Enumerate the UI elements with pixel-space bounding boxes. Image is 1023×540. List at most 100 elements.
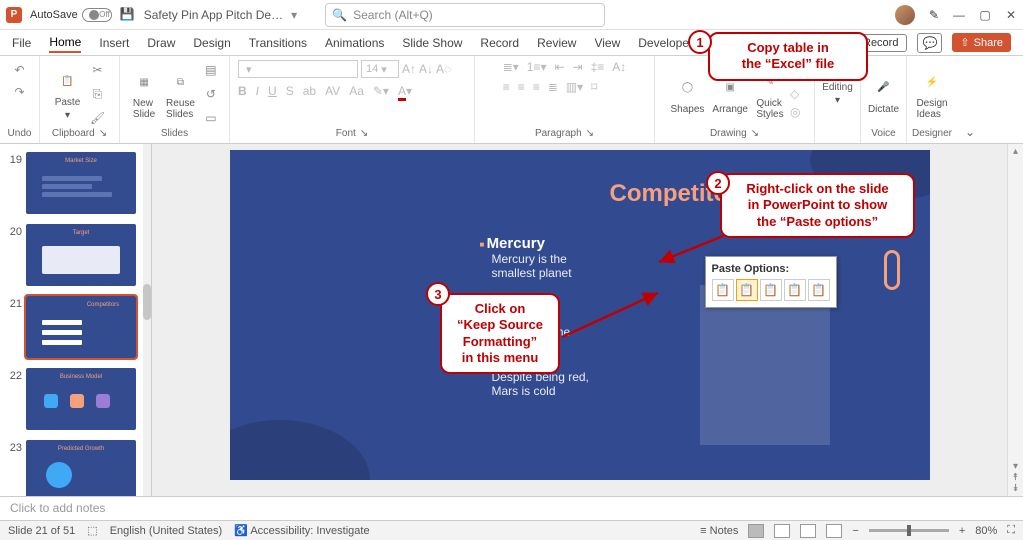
user-avatar[interactable] (895, 5, 915, 25)
thumb-scrollbar[interactable] (143, 144, 151, 496)
tab-transitions[interactable]: Transitions (249, 34, 307, 52)
strike-button[interactable]: S (286, 84, 294, 98)
shapeeffects-icon[interactable]: ◎ (790, 105, 800, 119)
format-painter-icon[interactable]: 🖌 (88, 108, 108, 128)
indent-inc-icon[interactable]: ⇥ (573, 60, 583, 74)
charspace-button[interactable]: AV (325, 84, 340, 98)
fontcolor-button[interactable]: A▾ (398, 84, 412, 98)
notes-toggle[interactable]: ≡ Notes (700, 525, 738, 537)
zoom-out-button[interactable]: − (852, 525, 858, 537)
accessibility-status[interactable]: ♿ Accessibility: Investigate (234, 524, 369, 537)
dictate-button[interactable]: 🎤Dictate (866, 72, 901, 117)
undo-icon[interactable]: ↶ (10, 60, 30, 80)
next-slide-icon[interactable]: ⯯ (1013, 483, 1019, 494)
tab-animations[interactable]: Animations (325, 34, 384, 52)
section-icon[interactable]: ▭ (201, 108, 221, 128)
minimize-button[interactable]: — (953, 8, 965, 22)
sorter-view-button[interactable] (774, 524, 790, 538)
spellcheck-icon[interactable]: ⬚ (87, 524, 97, 537)
numbering-icon[interactable]: 1≡▾ (527, 60, 547, 74)
paste-keep-text-only[interactable]: 📋 (808, 279, 830, 301)
document-title[interactable]: Safety Pin App Pitch De… (144, 8, 283, 22)
zoom-slider[interactable] (869, 529, 949, 532)
paste-use-destination-theme[interactable]: 📋 (712, 279, 734, 301)
tab-developer[interactable]: Developer (638, 34, 693, 52)
reading-view-button[interactable] (800, 524, 816, 538)
collapse-ribbon[interactable]: ⌄ (957, 121, 983, 143)
reset-icon[interactable]: ↺ (201, 84, 221, 104)
indent-dec-icon[interactable]: ⇤ (554, 60, 564, 74)
zoom-level[interactable]: 80% (975, 525, 997, 537)
align-right-icon[interactable]: ≡ (533, 80, 540, 94)
columns-icon[interactable]: ▥▾ (566, 80, 583, 94)
layout-icon[interactable]: ▤ (201, 60, 221, 80)
slide-counter[interactable]: Slide 21 of 51 (8, 525, 75, 537)
comments-icon[interactable]: 💬 (917, 33, 942, 53)
paste-keep-source-formatting[interactable]: 📋 (736, 279, 758, 301)
bold-button[interactable]: B (238, 84, 247, 98)
zoom-in-button[interactable]: + (959, 525, 965, 537)
prev-slide-icon[interactable]: ⯭ (1013, 472, 1019, 483)
slide-scrollbar[interactable]: ▴ ▾ ⯭ ⯯ (1007, 144, 1023, 496)
thumb-20[interactable]: Target (26, 224, 136, 286)
editing-button[interactable]: Editing▾ (820, 80, 855, 108)
close-button[interactable]: ✕ (1005, 8, 1017, 22)
copy-icon[interactable]: ⎘ (88, 84, 108, 104)
search-input[interactable]: 🔍 Search (Alt+Q) (325, 3, 605, 27)
tab-file[interactable]: File (12, 34, 31, 52)
ink-icon[interactable]: ✎ (929, 8, 939, 22)
reuse-slides-button[interactable]: ⧉Reuse Slides (164, 66, 197, 122)
font-size-select[interactable]: 14▾ (361, 60, 399, 78)
normal-view-button[interactable] (748, 524, 764, 538)
thumb-19[interactable]: Market Size (26, 152, 136, 214)
maximize-button[interactable]: ▢ (979, 8, 991, 22)
autosave-toggle[interactable]: AutoSave Off (30, 8, 112, 22)
thumb-23[interactable]: Predicted Growth (26, 440, 136, 496)
tab-insert[interactable]: Insert (99, 34, 129, 52)
thumb-21[interactable]: Competitors (26, 296, 136, 358)
notes-pane[interactable]: Click to add notes (0, 496, 1023, 520)
fit-window-button[interactable]: ⛶ (1007, 524, 1015, 537)
italic-button[interactable]: I (256, 84, 259, 98)
tab-record[interactable]: Record (480, 34, 519, 52)
tab-draw[interactable]: Draw (147, 34, 175, 52)
case-button[interactable]: Aa (349, 84, 364, 98)
tab-slideshow[interactable]: Slide Show (402, 34, 462, 52)
scroll-up-icon[interactable]: ▴ (1013, 146, 1018, 157)
grow-font-icon[interactable]: A↑ (402, 62, 416, 76)
language-status[interactable]: English (United States) (110, 525, 223, 537)
smartart-icon[interactable]: ⌑ (591, 80, 597, 94)
thumb-22[interactable]: Business Model (26, 368, 136, 430)
highlight-button[interactable]: ✎▾ (373, 84, 389, 98)
shapeoutline-icon[interactable]: ◇ (790, 87, 800, 101)
font-name-select[interactable]: ▾ (238, 60, 358, 78)
redo-icon[interactable]: ↷ (10, 82, 30, 102)
justify-icon[interactable]: ≣ (548, 80, 558, 94)
tab-design[interactable]: Design (193, 34, 230, 52)
new-slide-button[interactable]: ▦New Slide (128, 66, 160, 122)
shrink-font-icon[interactable]: A↓ (419, 62, 433, 76)
paste-embed[interactable]: 📋 (760, 279, 782, 301)
paste-picture[interactable]: 📋 (784, 279, 806, 301)
share-button[interactable]: ⇧ Share (952, 33, 1011, 52)
table-placeholder[interactable] (700, 285, 830, 445)
save-icon[interactable]: 💾 (120, 7, 136, 23)
shadow-button[interactable]: ab (303, 84, 316, 98)
cut-icon[interactable]: ✂ (88, 60, 108, 80)
bullets-icon[interactable]: ≣▾ (503, 60, 519, 74)
design-ideas-button[interactable]: ⚡Design Ideas (914, 66, 949, 122)
tab-review[interactable]: Review (537, 34, 576, 52)
align-center-icon[interactable]: ≡ (518, 80, 525, 94)
slideshow-view-button[interactable] (826, 524, 842, 538)
clear-format-icon[interactable]: A◌ (436, 62, 451, 76)
tab-home[interactable]: Home (49, 33, 81, 53)
underline-button[interactable]: U (268, 84, 277, 98)
tab-view[interactable]: View (594, 34, 620, 52)
toggle-switch[interactable]: Off (82, 8, 112, 22)
textdir-icon[interactable]: A↕ (612, 60, 626, 74)
paste-button[interactable]: 📋 Paste▾ (52, 65, 84, 123)
scroll-down-icon[interactable]: ▾ (1013, 461, 1018, 472)
shapes-button[interactable]: ◯Shapes (669, 72, 707, 117)
linespace-icon[interactable]: ‡≡ (591, 60, 605, 74)
align-left-icon[interactable]: ≡ (503, 80, 510, 94)
